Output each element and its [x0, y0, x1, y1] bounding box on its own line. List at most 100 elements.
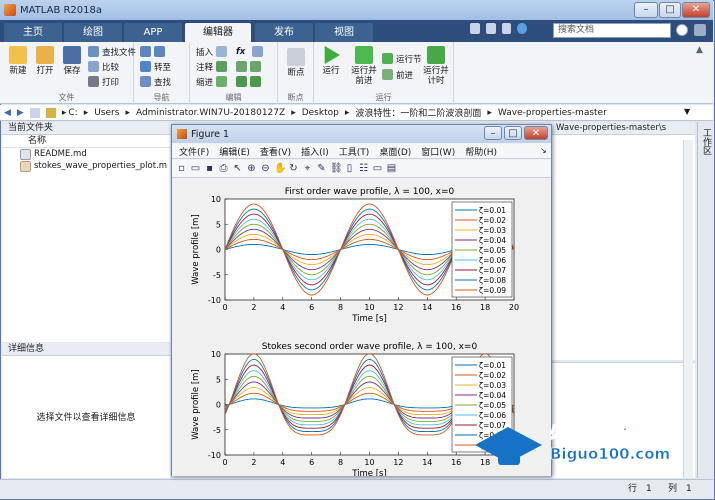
- back-arrow-icon[interactable]: ◀: [4, 108, 11, 118]
- menu-tools[interactable]: 工具(T): [339, 145, 370, 158]
- x-tick-label: 0: [222, 303, 227, 312]
- fx-button[interactable]: fx: [236, 45, 245, 58]
- run-button[interactable]: 运行: [318, 46, 344, 76]
- comment-button[interactable]: 注释: [196, 60, 230, 73]
- find-icon: [140, 76, 151, 87]
- address-dropdown-icon[interactable]: ▼: [684, 107, 690, 116]
- save-quick-icon[interactable]: [470, 23, 480, 34]
- figure-maximize-button[interactable]: □: [504, 126, 522, 140]
- zoom-in-icon[interactable]: ⊕: [246, 163, 257, 174]
- open-file-icon[interactable]: ▭: [190, 163, 201, 174]
- print-button[interactable]: 打印: [88, 75, 119, 88]
- uncomment-button[interactable]: [236, 60, 264, 73]
- forward-arrow-icon[interactable]: ▶: [17, 108, 24, 118]
- watermark-graphic: 必过源码 Biguo100.com: [475, 416, 670, 465]
- undo-quick-icon[interactable]: [485, 23, 496, 34]
- run-section-button[interactable]: 运行节: [382, 52, 422, 65]
- figure-logo-icon: [177, 129, 187, 139]
- link-plot-icon[interactable]: ⛓: [330, 163, 343, 174]
- save-button[interactable]: 保存: [60, 46, 84, 76]
- menu-view[interactable]: 查看(V): [260, 145, 291, 158]
- name-column-header[interactable]: 名称: [2, 135, 170, 148]
- breakpoints-button[interactable]: 断点: [282, 48, 310, 78]
- legend-icon[interactable]: ☷: [358, 163, 369, 174]
- filter-icon[interactable]: [694, 24, 706, 36]
- tab-view[interactable]: 视图: [315, 23, 373, 42]
- x-tick-label: 16: [451, 303, 461, 312]
- legend-entry: ζ=0.08: [479, 276, 506, 285]
- edit-plot-icon[interactable]: ↖: [232, 163, 243, 174]
- decrease-indent-button[interactable]: [236, 75, 264, 88]
- colorbar-icon[interactable]: ▯: [344, 163, 355, 174]
- indent-button[interactable]: 缩进: [196, 75, 230, 88]
- breadcrumb-users[interactable]: Users: [94, 108, 119, 118]
- find-files-button[interactable]: 查找文件: [88, 45, 136, 58]
- advance-button[interactable]: 前进: [382, 68, 413, 81]
- show-tools-icon[interactable]: ▤: [386, 163, 397, 174]
- x-tick-label: 8: [338, 303, 343, 312]
- x-tick-label: 10: [364, 303, 374, 312]
- up-folder-icon[interactable]: [29, 107, 40, 118]
- menu-insert[interactable]: 插入(I): [301, 145, 329, 158]
- menu-file[interactable]: 文件(F): [179, 145, 209, 158]
- file-item-plot-script[interactable]: stokes_wave_properties_plot.m: [2, 160, 170, 172]
- ribbon-tab-bar: 主页 绘图 APP 编辑器 发布 视图 搜索文档: [0, 20, 713, 42]
- goto-button[interactable]: 转至: [140, 60, 171, 73]
- find-button[interactable]: 查找: [140, 75, 171, 88]
- file-item-readme[interactable]: README.md: [2, 148, 170, 160]
- breadcrumb-desktop[interactable]: Desktop: [302, 108, 339, 118]
- menu-window[interactable]: 窗口(W): [421, 145, 455, 158]
- menu-edit[interactable]: 编辑(E): [219, 145, 250, 158]
- bookmark-button[interactable]: [140, 45, 168, 58]
- search-icon[interactable]: [676, 24, 688, 36]
- figure-minimize-button[interactable]: –: [484, 126, 502, 140]
- collapse-ribbon-icon[interactable]: ▲: [696, 45, 703, 55]
- new-figure-icon[interactable]: ▫: [176, 163, 187, 174]
- current-folder-title: 当前文件夹: [2, 122, 170, 135]
- maximize-button[interactable]: □: [659, 2, 681, 18]
- tab-publish[interactable]: 发布: [255, 23, 313, 42]
- browse-folder-icon[interactable]: [45, 107, 56, 118]
- new-button[interactable]: 新建: [6, 46, 30, 76]
- folder-icon: [36, 46, 54, 64]
- pan-icon[interactable]: ✋: [274, 163, 286, 174]
- save-figure-icon[interactable]: ▪: [204, 163, 215, 174]
- zoom-out-icon[interactable]: ⊖: [260, 163, 271, 174]
- print-figure-icon[interactable]: ⎙: [218, 163, 229, 174]
- x-tick-label: 14: [422, 303, 432, 312]
- figure-close-button[interactable]: ✕: [524, 126, 548, 140]
- breadcrumb-wave-folder[interactable]: 波浪特性：一阶和二阶波浪剖面: [355, 106, 481, 119]
- smart-indent-button[interactable]: [252, 45, 266, 58]
- tab-plots[interactable]: 绘图: [64, 23, 122, 42]
- open-button[interactable]: 打开: [33, 46, 57, 76]
- breadcrumb-admin[interactable]: Administrator.WIN7U-20180127Z: [136, 108, 285, 118]
- insert-button[interactable]: 插入: [196, 45, 230, 58]
- run-advance-button[interactable]: 运行并 前进: [348, 46, 380, 86]
- breadcrumb-sep-icon: ▸: [125, 107, 130, 118]
- data-cursor-icon[interactable]: ⌖: [302, 163, 313, 174]
- hide-tools-icon[interactable]: ▭: [372, 163, 383, 174]
- x-tick-label: 4: [280, 458, 285, 467]
- run-and-time-button[interactable]: 运行并 计时: [420, 46, 452, 86]
- compare-button[interactable]: 比较: [88, 60, 119, 73]
- help-quick-icon[interactable]: [517, 23, 527, 34]
- breadcrumb-master[interactable]: Wave-properties-master: [498, 108, 607, 118]
- matlab-logo-icon: [4, 4, 16, 16]
- menu-desktop[interactable]: 桌面(D): [379, 145, 411, 158]
- breadcrumb-drive[interactable]: C:: [68, 108, 77, 118]
- close-button[interactable]: ✕: [682, 2, 710, 18]
- search-docs-input[interactable]: 搜索文档: [553, 23, 671, 38]
- tab-home[interactable]: 主页: [4, 23, 62, 42]
- minimize-button[interactable]: –: [634, 2, 658, 18]
- tab-apps[interactable]: APP: [124, 23, 182, 42]
- brush-icon[interactable]: ✎: [316, 163, 327, 174]
- tab-editor[interactable]: 编辑器: [185, 23, 251, 42]
- address-bar[interactable]: ◀ ▶ ▸ C: ▸ Users ▸ Administrator.WIN7U-2…: [0, 105, 713, 121]
- x-tick-label: 12: [393, 458, 403, 467]
- redo-quick-icon[interactable]: [501, 23, 512, 34]
- menu-dock-icon[interactable]: ↘: [540, 146, 547, 155]
- menu-help[interactable]: 帮助(H): [465, 145, 497, 158]
- edit-group: 插入 注释 缩进 fx 编辑: [190, 42, 278, 104]
- rotate-icon[interactable]: ↻: [288, 163, 299, 174]
- wrap-comment-icon: [250, 61, 261, 72]
